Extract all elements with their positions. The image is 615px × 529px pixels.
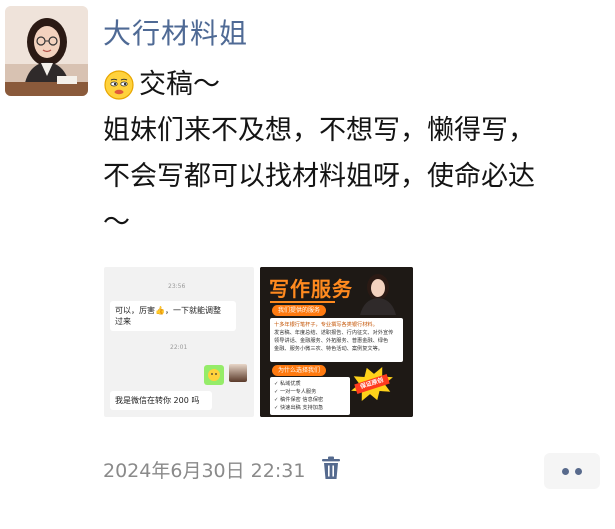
post-text: 交稿～ 姐妹们来不及想，不想写，懒得写， 不会写都可以找材料姐呀，使命必达 ～ — [103, 62, 593, 246]
more-dot-icon — [562, 467, 569, 475]
chat-bubble-1: 可以，厉害👍，一下就能调整 过来 — [110, 301, 236, 331]
poster-services-line-3: 金融、服务小微三农、特色活动、案例复文等。 — [274, 346, 383, 352]
more-dot-icon — [575, 467, 582, 475]
chat-avatar — [229, 364, 247, 382]
chat-time-2: 22:01 — [170, 344, 188, 351]
poster-services-line-2: 领导讲话、金融服务、外拓服务、普惠金融、绿色 — [274, 338, 389, 344]
chat-bubble-1-line-2: 过来 — [115, 317, 131, 326]
post-line-2: 姐妹们来不及想，不想写，懒得写， — [103, 115, 535, 146]
chat-bubble-2: 我是微信在转你 200 吗 — [110, 391, 212, 410]
post-line-1: 交稿～ — [139, 69, 220, 100]
author-name[interactable]: 大行材料姐 — [103, 12, 248, 52]
poster-intro: 十多年银行笔杆子，专业撰写各类银行材料。 — [274, 322, 378, 328]
post-line-3: 不会写都可以找材料姐呀，使命必达 — [103, 161, 535, 192]
chat-time-1: 23:56 — [168, 283, 186, 290]
poster-services-line-1: 发言稿、年度总结、述职报告、行内征文、对外宣传 — [274, 330, 394, 336]
poster-reasons-panel: ✓ 私域优质 ✓ 一对一专人服务 ✓ 稿件保密 信息保密 ✓ 快速出稿 支持加急 — [270, 377, 350, 415]
post-timestamp: 2024年6月30日 22:31 — [103, 460, 306, 482]
poster-reason-3: ✓ 稿件保密 信息保密 — [274, 397, 324, 403]
post-first-line: 交稿～ — [103, 62, 593, 108]
poster-pill-services: 我们提供的服务 — [272, 305, 327, 316]
delete-trash-icon[interactable] — [320, 456, 342, 480]
poster-reason-2: ✓ 一对一专人服务 — [274, 389, 317, 395]
post-line-4: ～ — [103, 207, 130, 238]
author-avatar[interactable] — [5, 6, 88, 96]
poster-title: 写作服务 — [269, 277, 353, 301]
chat-bubble-green — [204, 365, 224, 385]
chat-screenshot-thumbnail[interactable]: 23:56 可以，厉害👍，一下就能调整 过来 22:01 我是微信在转你 200… — [104, 267, 254, 417]
poster-reason-4: ✓ 快速出稿 支持加急 — [274, 405, 324, 411]
smirk-emoji-icon — [103, 69, 135, 101]
more-options-button[interactable] — [544, 453, 600, 489]
poster-reason-1: ✓ 私域优质 — [274, 381, 301, 387]
poster-pill-why: 为什么选择我们 — [272, 365, 327, 376]
poster-underline — [270, 301, 335, 303]
service-poster-thumbnail[interactable]: 写作服务 我们提供的服务 十多年银行笔杆子，专业撰写各类银行材料。 发言稿、年度… — [260, 267, 413, 417]
poster-services-panel: 十多年银行笔杆子，专业撰写各类银行材料。 发言稿、年度总结、述职报告、行内征文、… — [270, 318, 403, 362]
chat-bubble-1-line-1: 可以，厉害👍，一下就能调整 — [115, 306, 221, 315]
